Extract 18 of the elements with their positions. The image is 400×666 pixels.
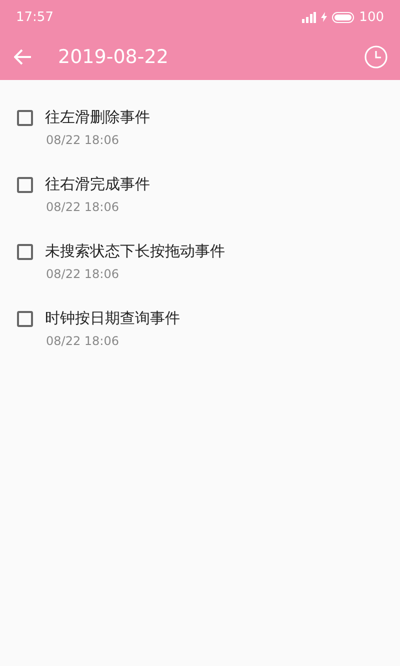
event-time: 08/22 18:06 — [46, 133, 119, 147]
checkbox[interactable] — [17, 244, 33, 260]
event-time: 08/22 18:06 — [46, 200, 119, 214]
event-title: 时钟按日期查询事件 — [45, 309, 180, 328]
status-time: 17:57 — [16, 10, 54, 24]
event-title: 未搜索状态下长按拖动事件 — [45, 242, 225, 261]
event-title: 往右滑完成事件 — [45, 175, 150, 194]
checkbox[interactable] — [17, 110, 33, 126]
checkbox[interactable] — [17, 310, 33, 326]
toolbar-title: 2019-08-22 — [58, 46, 170, 68]
event-time: 08/22 18:06 — [46, 267, 119, 281]
event-title: 往左滑删除事件 — [45, 108, 150, 127]
checkbox[interactable] — [17, 176, 33, 192]
signal-icon — [302, 12, 316, 22]
battery-icon — [332, 12, 354, 22]
charging-icon — [321, 12, 328, 22]
battery-level: 100 — [359, 10, 384, 24]
event-time: 08/22 18:06 — [46, 334, 119, 348]
